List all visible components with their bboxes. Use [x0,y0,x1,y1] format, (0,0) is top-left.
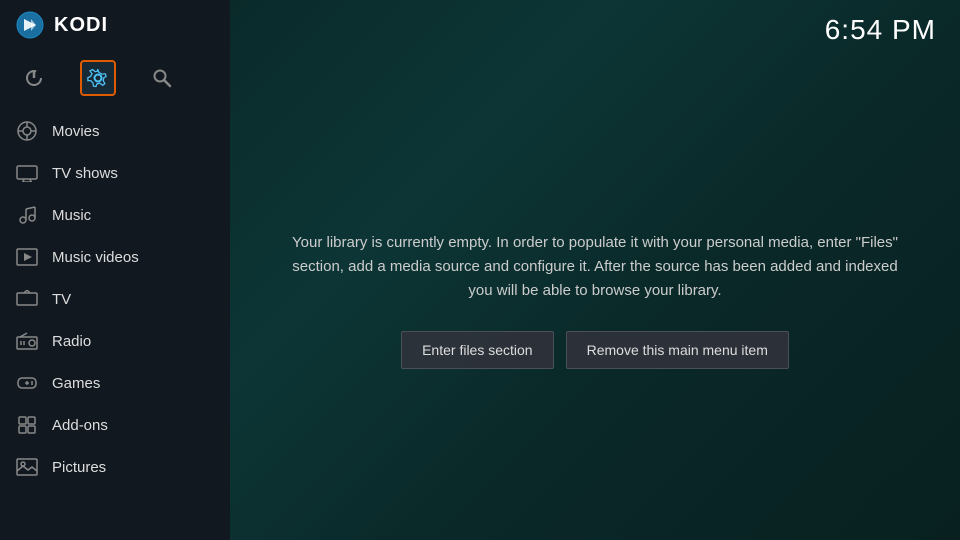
pictures-label: Pictures [52,459,106,476]
addons-label: Add-ons [52,417,108,434]
sidebar-item-musicvideos[interactable]: Music videos [0,236,230,278]
nav-menu: Movies TV shows Music Music videos [0,106,230,488]
movies-label: Movies [52,123,100,140]
movie-icon [16,120,38,142]
sidebar-item-music[interactable]: Music [0,194,230,236]
pictures-icon [16,456,38,478]
top-bar: 6:54 PM [230,0,960,60]
main-content: 6:54 PM Your library is currently empty.… [230,0,960,540]
music-label: Music [52,207,91,224]
app-title: KODI [54,14,108,37]
addons-icon [16,414,38,436]
settings-button[interactable] [80,60,116,96]
music-video-icon [16,246,38,268]
sidebar-icons-row [0,50,230,106]
tv-label: TV [52,291,71,308]
power-icon [24,68,44,88]
power-button[interactable] [16,60,52,96]
content-area: Your library is currently empty. In orde… [230,60,960,540]
search-button[interactable] [144,60,180,96]
tv-icon [16,162,38,184]
sidebar-item-addons[interactable]: Add-ons [0,404,230,446]
sidebar-logo-row: KODI [0,0,230,50]
sidebar-item-pictures[interactable]: Pictures [0,446,230,488]
action-buttons: Enter files section Remove this main men… [401,331,789,369]
musicvideos-label: Music videos [52,249,139,266]
games-label: Games [52,375,100,392]
sidebar-item-movies[interactable]: Movies [0,110,230,152]
enter-files-button[interactable]: Enter files section [401,331,554,369]
music-icon [16,204,38,226]
tvshows-label: TV shows [52,165,118,182]
search-icon [152,68,172,88]
sidebar-item-tv[interactable]: TV [0,278,230,320]
sidebar-item-tvshows[interactable]: TV shows [0,152,230,194]
games-icon [16,372,38,394]
settings-icon [87,67,109,89]
empty-library-message: Your library is currently empty. In orde… [290,231,900,303]
sidebar: KODI Movies [0,0,230,540]
kodi-logo [16,11,44,39]
tv2-icon [16,288,38,310]
sidebar-item-radio[interactable]: Radio [0,320,230,362]
sidebar-item-games[interactable]: Games [0,362,230,404]
radio-label: Radio [52,333,91,350]
time-display: 6:54 PM [825,14,936,46]
radio-icon [16,330,38,352]
remove-menu-item-button[interactable]: Remove this main menu item [566,331,789,369]
